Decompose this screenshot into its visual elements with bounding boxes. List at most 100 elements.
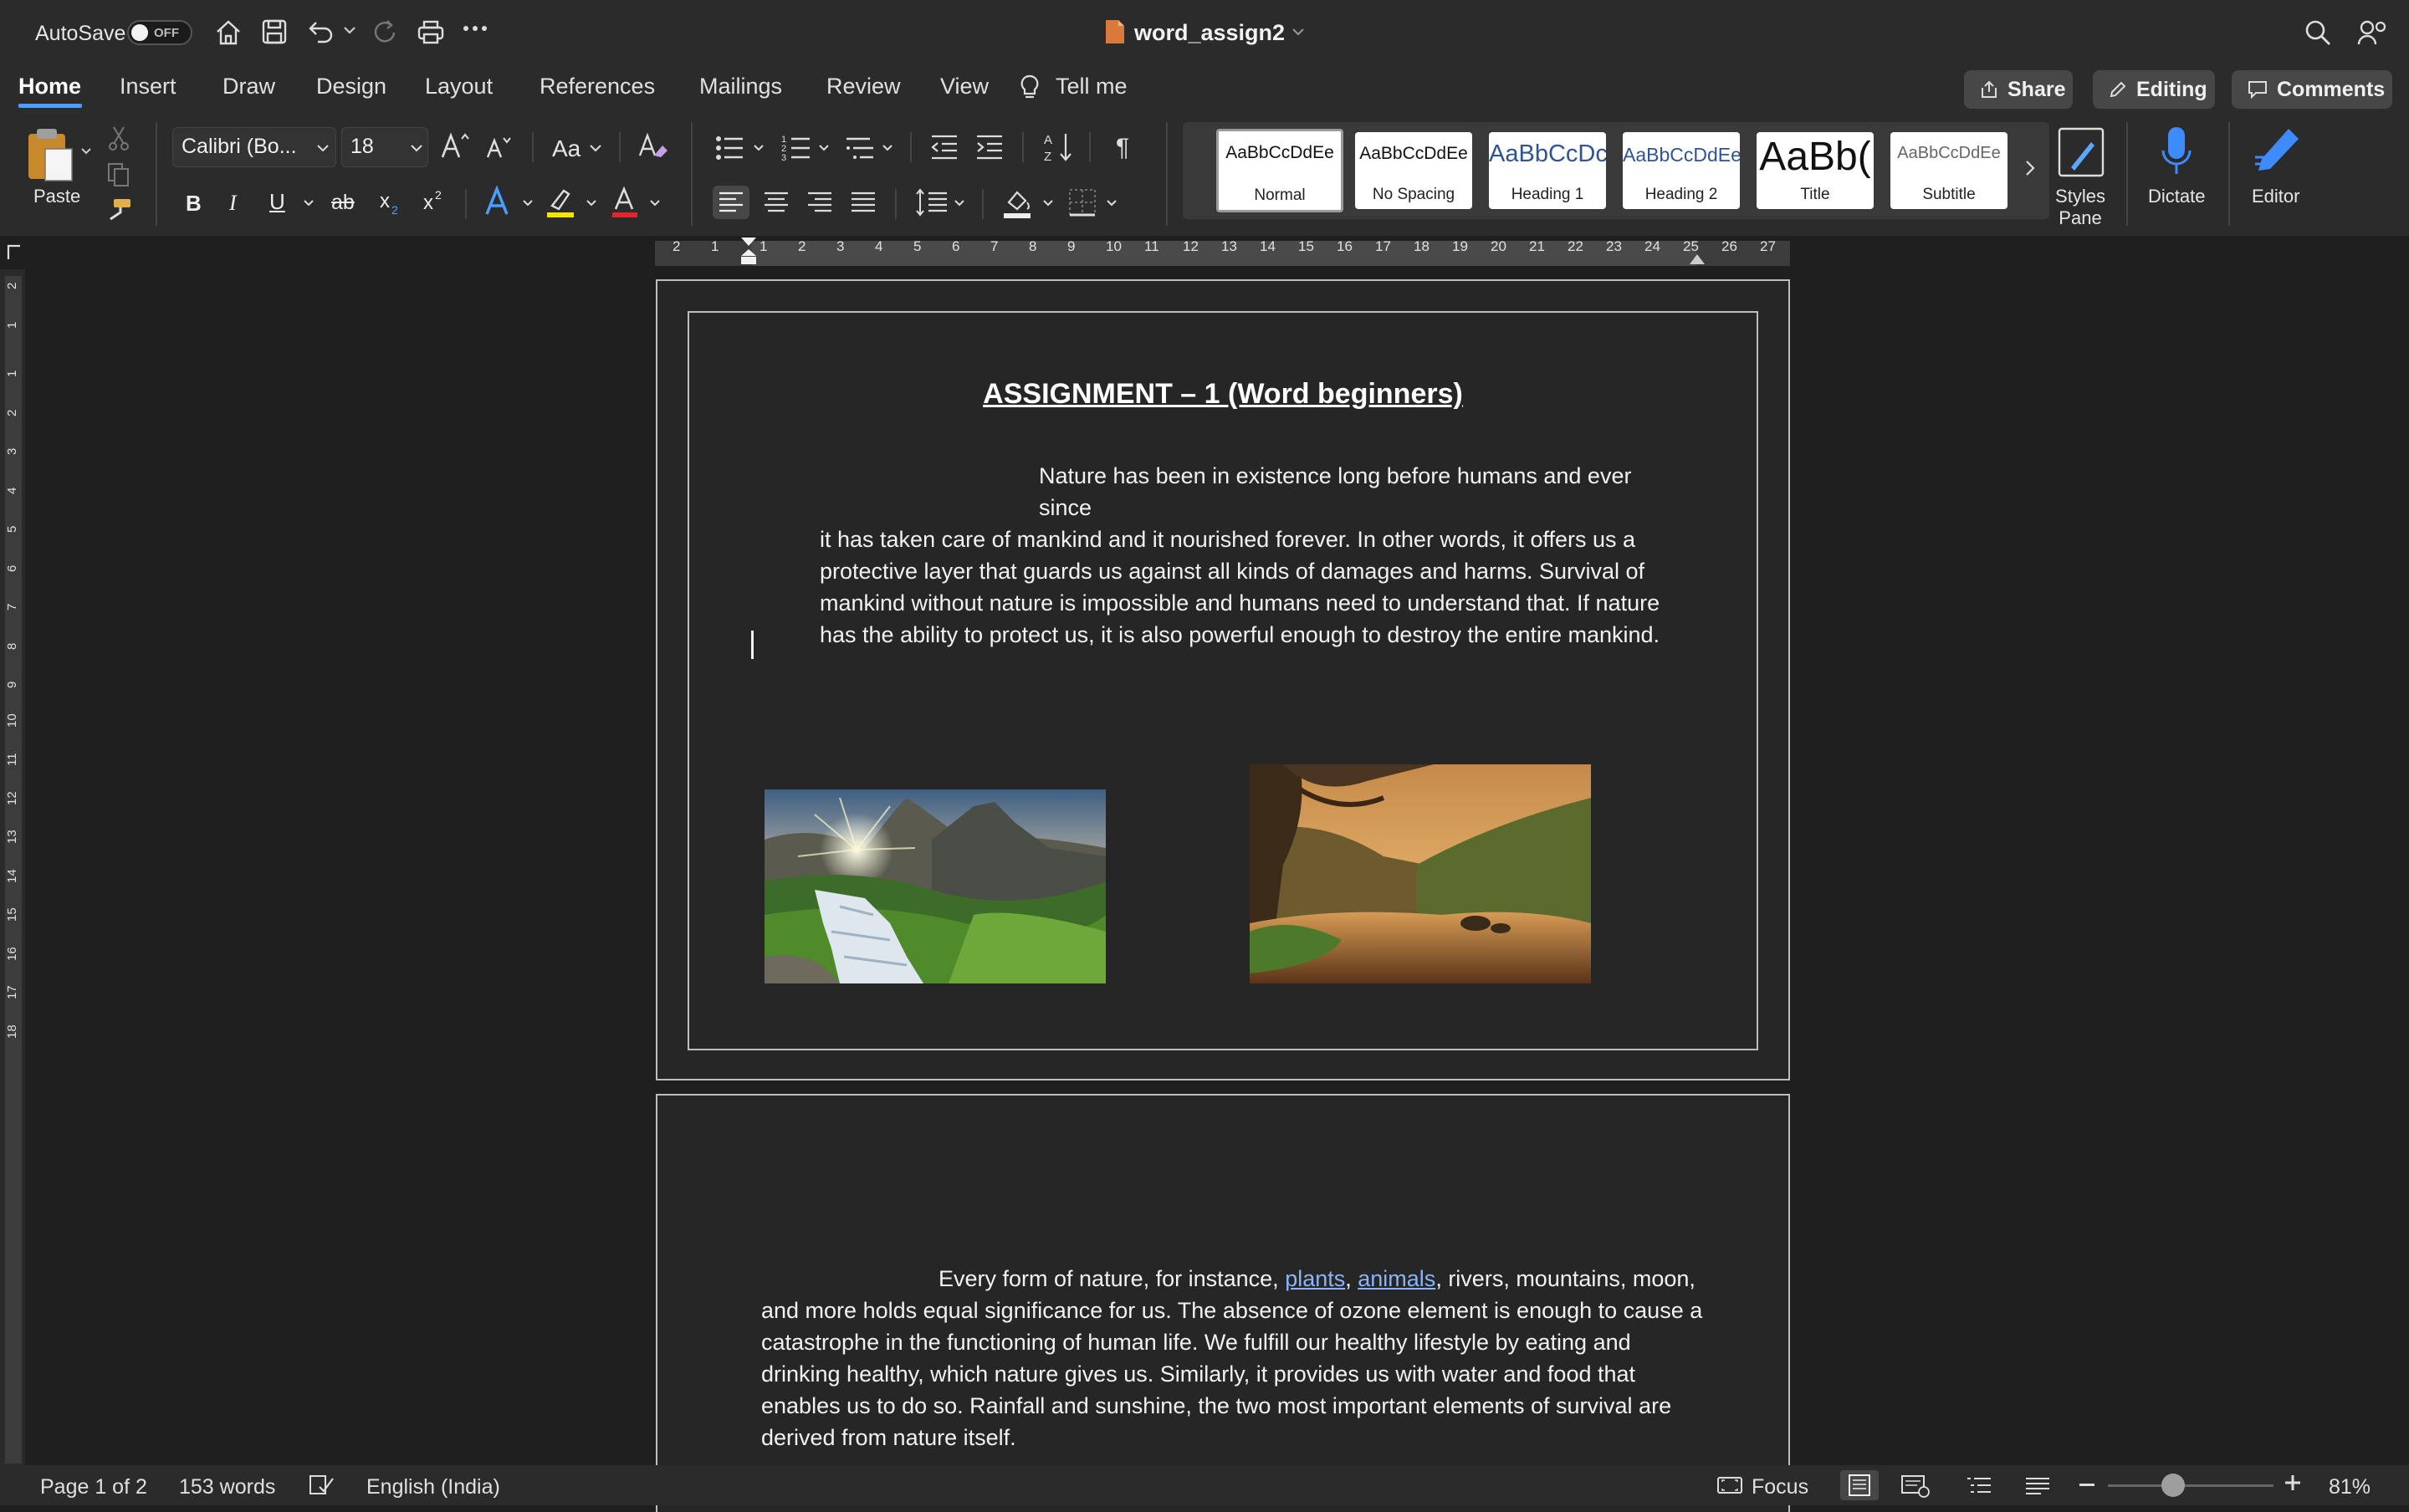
undo-dropdown-chevron-icon[interactable] [343, 25, 356, 35]
styles-pane-label[interactable]: Styles Pane [2043, 186, 2118, 229]
editor-pen-icon[interactable] [2250, 124, 2305, 179]
indent-marker-icon[interactable] [736, 238, 761, 271]
language[interactable]: English (India) [366, 1475, 500, 1499]
redo-icon[interactable] [371, 18, 400, 47]
more-options-icon[interactable] [462, 23, 488, 33]
tab-selector-icon[interactable] [3, 241, 23, 261]
focus-icon[interactable] [1716, 1475, 1743, 1495]
animals-link[interactable]: animals [1358, 1266, 1435, 1291]
proofing-icon[interactable] [308, 1474, 335, 1497]
increase-indent-icon[interactable] [975, 134, 1004, 161]
tab-design[interactable]: Design [316, 74, 386, 100]
tab-layout[interactable]: Layout [425, 74, 493, 100]
strikethrough-icon[interactable]: ab [331, 191, 355, 215]
paste-dropdown-chevron-icon[interactable] [80, 147, 92, 156]
paragraph-1[interactable]: Nature has been in existence long before… [820, 460, 1690, 651]
decrease-indent-icon[interactable] [930, 134, 959, 161]
line-spacing-chevron-icon[interactable] [954, 199, 965, 207]
sort-icon[interactable]: AZ [1042, 130, 1074, 164]
bold-icon[interactable]: B [186, 191, 202, 217]
document-title[interactable]: word_assign2 [1134, 20, 1285, 46]
page-count[interactable]: Page 1 of 2 [40, 1475, 147, 1499]
format-painter-icon[interactable] [105, 197, 132, 222]
styles-gallery-expand-chevron-icon[interactable] [2024, 159, 2036, 177]
font-color-chevron-icon[interactable] [649, 199, 661, 207]
tab-draw[interactable]: Draw [222, 74, 275, 100]
tab-insert[interactable]: Insert [120, 74, 176, 100]
font-color-icon[interactable] [611, 186, 641, 219]
zoom-slider-track[interactable] [2108, 1484, 2273, 1487]
line-spacing-icon[interactable] [913, 186, 950, 219]
editing-mode-button[interactable]: Editing [2093, 70, 2215, 109]
paragraph-2[interactable]: Every form of nature, for instance, plan… [761, 1263, 1723, 1453]
borders-chevron-icon[interactable] [1106, 199, 1118, 207]
outline-view-icon[interactable] [1966, 1475, 1992, 1497]
zoom-level[interactable]: 81% [2329, 1475, 2371, 1499]
dictate-label[interactable]: Dictate [2148, 186, 2205, 207]
style-no-spacing[interactable]: AaBbCcDdEe No Spacing [1355, 132, 1472, 209]
numbering-chevron-icon[interactable] [818, 144, 830, 152]
plants-link[interactable]: plants [1285, 1266, 1345, 1291]
autosave-toggle[interactable]: OFF [127, 20, 192, 45]
text-effects-icon[interactable] [483, 186, 514, 217]
search-icon[interactable] [2304, 18, 2332, 47]
web-layout-icon[interactable] [1900, 1474, 1931, 1499]
share-button[interactable]: Share [1964, 70, 2073, 109]
change-case-button[interactable]: Aa [552, 135, 581, 162]
superscript-icon[interactable]: x2 [422, 187, 447, 216]
shading-icon[interactable] [1002, 186, 1036, 221]
underline-icon[interactable]: U [269, 189, 285, 215]
grow-font-icon[interactable] [440, 130, 472, 161]
waterfall-landscape-image[interactable] [765, 789, 1106, 983]
text-effects-chevron-icon[interactable] [522, 199, 534, 207]
cut-icon[interactable] [107, 125, 130, 151]
tab-view[interactable]: View [940, 74, 989, 100]
tab-mailings[interactable]: Mailings [699, 74, 782, 100]
subscript-icon[interactable]: x2 [378, 189, 403, 217]
zoom-out-icon[interactable] [2079, 1484, 2094, 1486]
highlight-icon[interactable] [545, 186, 577, 219]
shading-chevron-icon[interactable] [1042, 199, 1054, 207]
undo-icon[interactable] [306, 18, 335, 45]
numbering-icon[interactable]: 123 [781, 132, 811, 162]
save-icon[interactable] [261, 18, 288, 45]
change-case-chevron-icon[interactable] [589, 144, 602, 152]
multilevel-chevron-icon[interactable] [882, 144, 893, 152]
zoom-slider-thumb[interactable] [2161, 1474, 2185, 1497]
tab-review[interactable]: Review [826, 74, 901, 100]
multilevel-list-icon[interactable] [845, 134, 875, 162]
style-heading-1[interactable]: AaBbCcDc Heading 1 [1489, 132, 1606, 209]
underline-chevron-icon[interactable] [303, 199, 315, 207]
align-center-icon[interactable] [758, 186, 795, 219]
style-normal[interactable]: AaBbCcDdEe Normal [1216, 129, 1343, 212]
microphone-icon[interactable] [2158, 125, 2195, 181]
tell-me-search[interactable]: Tell me [1056, 74, 1128, 100]
styles-pane-icon[interactable] [2056, 125, 2106, 179]
align-right-icon[interactable] [801, 186, 838, 219]
draft-view-icon[interactable] [2024, 1475, 2051, 1497]
word-count[interactable]: 153 words [179, 1475, 275, 1499]
home-icon[interactable] [214, 18, 243, 47]
paste-clipboard-icon[interactable] [25, 125, 75, 184]
font-name-select[interactable]: Calibri (Bo... [172, 127, 336, 167]
editor-label[interactable]: Editor [2252, 186, 2299, 207]
tab-references[interactable]: References [540, 74, 655, 100]
justify-icon[interactable] [845, 186, 882, 219]
tree-lake-sunset-image[interactable] [1250, 764, 1591, 983]
borders-icon[interactable] [1067, 187, 1097, 217]
profile-settings-icon[interactable] [2357, 18, 2387, 47]
highlight-chevron-icon[interactable] [586, 199, 597, 207]
tab-home[interactable]: Home [18, 74, 81, 100]
paste-label[interactable]: Paste [33, 186, 80, 207]
style-subtitle[interactable]: AaBbCcDdEe Subtitle [1890, 132, 2008, 209]
style-heading-2[interactable]: AaBbCcDdEe Heading 2 [1623, 132, 1740, 209]
bullets-chevron-icon[interactable] [753, 144, 765, 152]
shrink-font-icon[interactable] [485, 134, 514, 161]
style-title[interactable]: AaBb( Title [1757, 132, 1874, 209]
print-icon[interactable] [417, 18, 445, 45]
clear-formatting-icon[interactable] [637, 130, 669, 161]
title-chevron-down-icon[interactable] [1291, 27, 1305, 37]
align-left-button[interactable] [713, 186, 749, 219]
italic-icon[interactable]: I [229, 191, 237, 216]
document-title-heading[interactable]: ASSIGNMENT – 1 (Word beginners) [688, 378, 1758, 411]
